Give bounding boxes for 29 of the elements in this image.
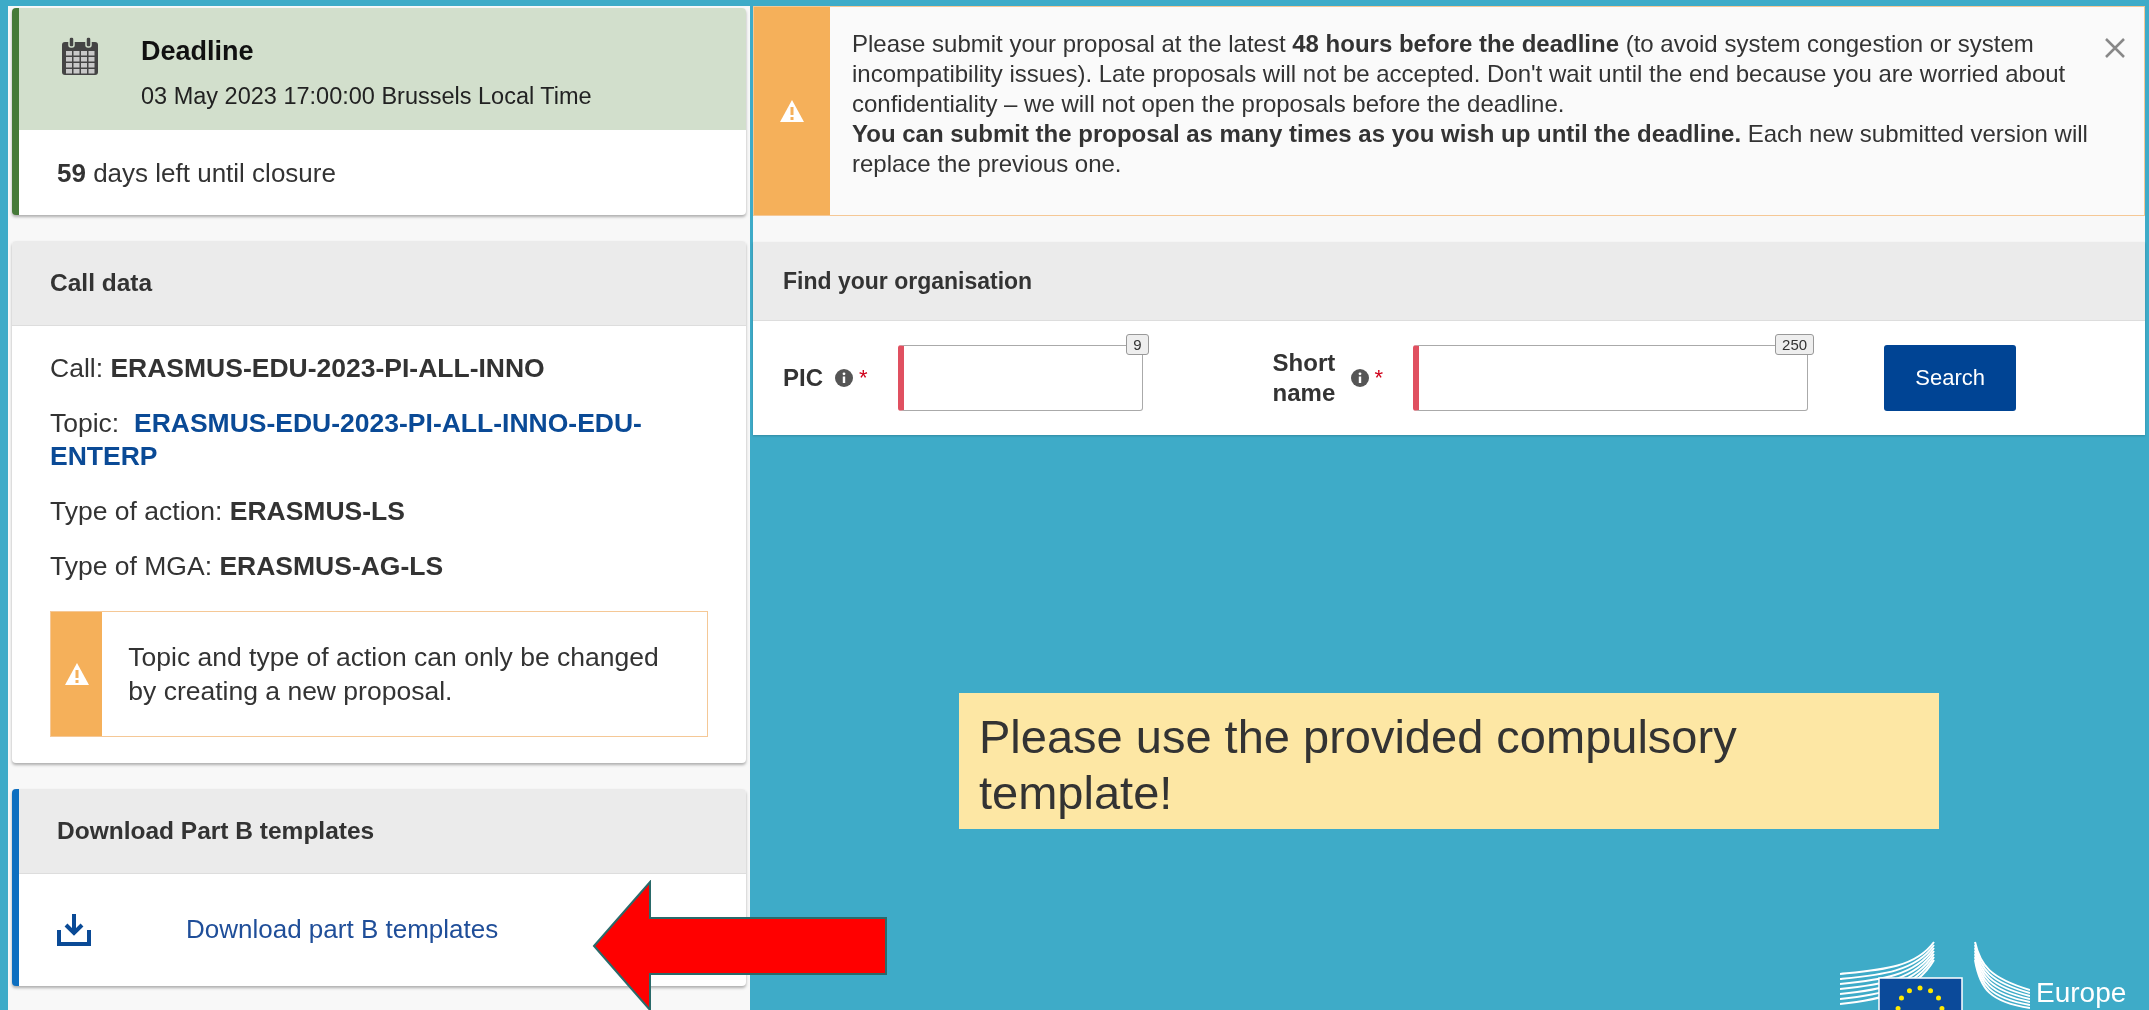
warning-icon bbox=[63, 662, 90, 686]
card-header: Call data bbox=[12, 241, 746, 326]
deadline-date: 03 May 2023 17:00:00 Brussels Local Time bbox=[141, 83, 592, 110]
search-button[interactable]: Search bbox=[1884, 345, 2017, 411]
info-icon bbox=[1350, 369, 1369, 387]
call-data-field: Type of MGA: ERASMUS-AG-LS bbox=[50, 550, 708, 583]
card-header: Download Part B templates bbox=[19, 789, 746, 874]
character-counter: 9 bbox=[1126, 334, 1149, 355]
call-data-field: Type of action: ERASMUS-LS bbox=[50, 495, 708, 528]
call-data-field: Topic: ERASMUS-EDU-2023-PI-ALL-INNO-EDU-ENTERP bbox=[50, 407, 708, 473]
field-label: PIC bbox=[783, 363, 824, 393]
character-counter: 250 bbox=[1775, 334, 1815, 355]
warning-icon bbox=[779, 99, 805, 123]
logo-text: Europe bbox=[2036, 976, 2127, 1010]
deadline-title: Deadline bbox=[141, 36, 255, 67]
field-label: Short name bbox=[1272, 348, 1337, 408]
alert-text: Please submit your proposal at the latest 48 hours before the deadline (to avoid system congestion or system incompatibility issues). Late proposals will not be accepted. Don't wait until the end because you are worried about confidentiality – we will not open the proposals before the deadline. You can submit the proposal as many times as you wish up until the deadline. Each new submitted version will replace the previous one. bbox=[851, 29, 2088, 179]
note-callout: Please use the provided compulsory template! bbox=[959, 693, 1939, 829]
download-icon bbox=[57, 912, 91, 946]
calendar-icon bbox=[61, 36, 99, 76]
required-mark: * bbox=[859, 365, 868, 391]
required-mark: * bbox=[1374, 365, 1384, 391]
warning-text: Topic and type of action can only be changed by creating a new proposal. bbox=[127, 641, 660, 708]
days-left-text: 59 days left until closure bbox=[56, 157, 337, 190]
card-header: Find your organisation bbox=[753, 242, 2145, 321]
arrow-icon bbox=[592, 880, 888, 1010]
info-icon bbox=[835, 369, 853, 387]
download-link[interactable]: Download part B templates bbox=[186, 913, 499, 945]
call-data-field: Call: ERASMUS-EDU-2023-PI-ALL-INNO bbox=[50, 352, 708, 385]
